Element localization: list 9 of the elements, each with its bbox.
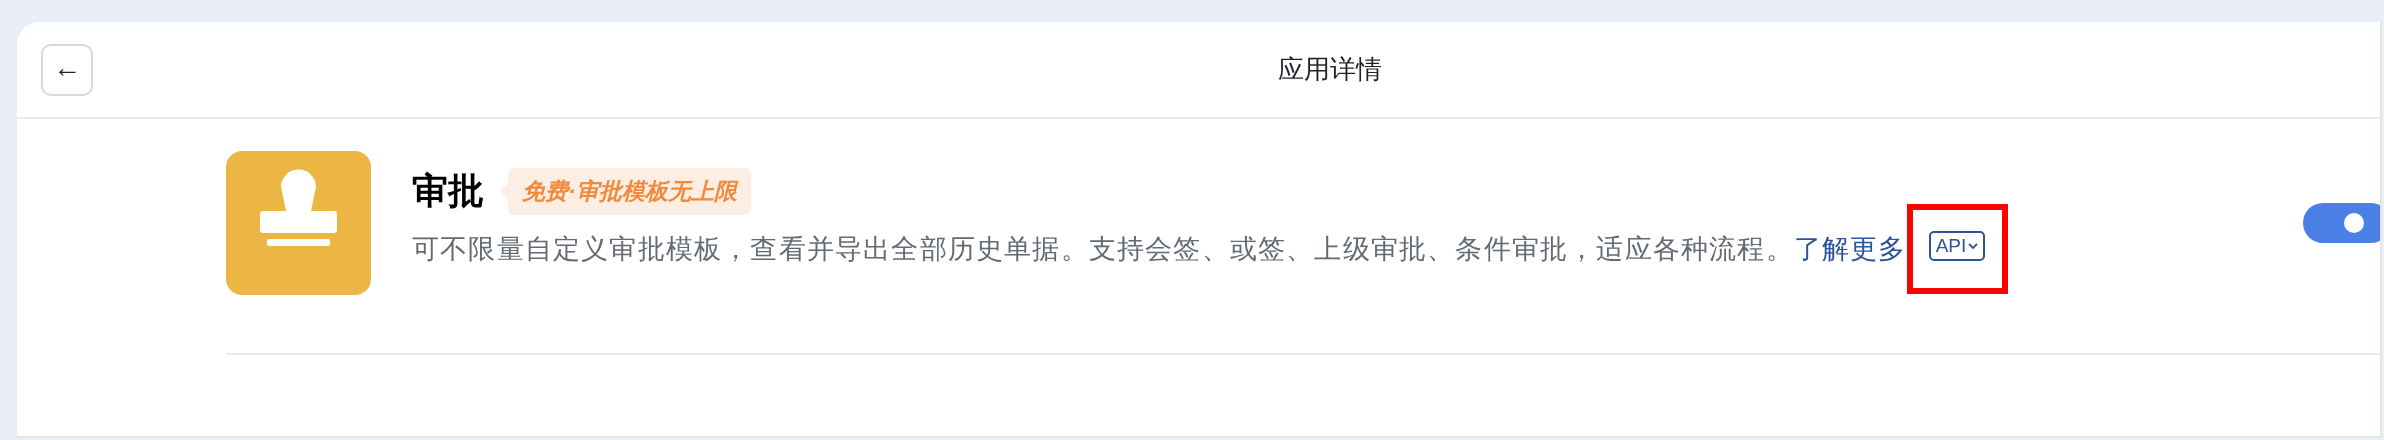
app-description: 可不限量自定义审批模板，查看并导出全部历史单据。支持会签、或签、上级审批、条件审批，适应各种流程。 xyxy=(412,233,1794,266)
stamp-icon xyxy=(226,151,371,295)
app-name: 审批 xyxy=(412,169,484,213)
chevron-down-icon xyxy=(1968,242,1979,250)
learn-more-link[interactable]: 了解更多 xyxy=(1793,231,1907,267)
api-dropdown[interactable]: API xyxy=(1928,231,1986,261)
page-title: 应用详情 xyxy=(1277,53,1383,86)
enable-toggle[interactable] xyxy=(2303,203,2380,243)
back-button[interactable]: ← xyxy=(41,43,93,96)
